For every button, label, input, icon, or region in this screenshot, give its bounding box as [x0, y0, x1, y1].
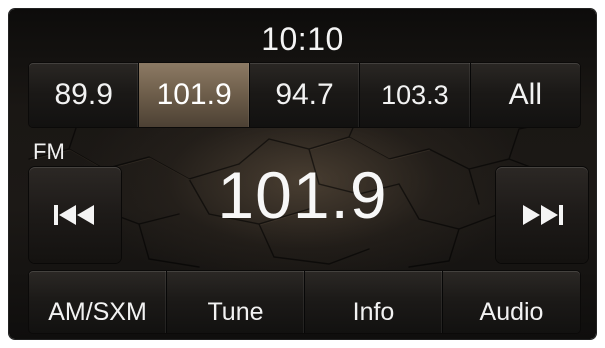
info-button[interactable]: Info: [305, 271, 443, 333]
seek-forward-button[interactable]: [496, 167, 588, 263]
preset-3[interactable]: 94.7: [250, 63, 361, 127]
preset-2[interactable]: 101.9: [139, 63, 250, 127]
preset-all[interactable]: All: [471, 63, 580, 127]
seek-back-button[interactable]: [29, 167, 121, 263]
clock: 10:10: [261, 21, 344, 57]
seek-back-icon: [54, 205, 94, 225]
am-sxm-button[interactable]: AM/SXM: [29, 271, 167, 333]
preset-4[interactable]: 103.3: [360, 63, 471, 127]
bottom-bar: AM/SXM Tune Info Audio: [29, 271, 580, 333]
audio-button[interactable]: Audio: [443, 271, 580, 333]
seek-forward-icon: [523, 205, 563, 225]
preset-1[interactable]: 89.9: [29, 63, 140, 127]
tune-button[interactable]: Tune: [167, 271, 305, 333]
radio-screen: 10:10 89.9 101.9 94.7 103.3 All FM 101.9…: [9, 9, 596, 339]
preset-bar: 89.9 101.9 94.7 103.3 All: [29, 63, 580, 127]
